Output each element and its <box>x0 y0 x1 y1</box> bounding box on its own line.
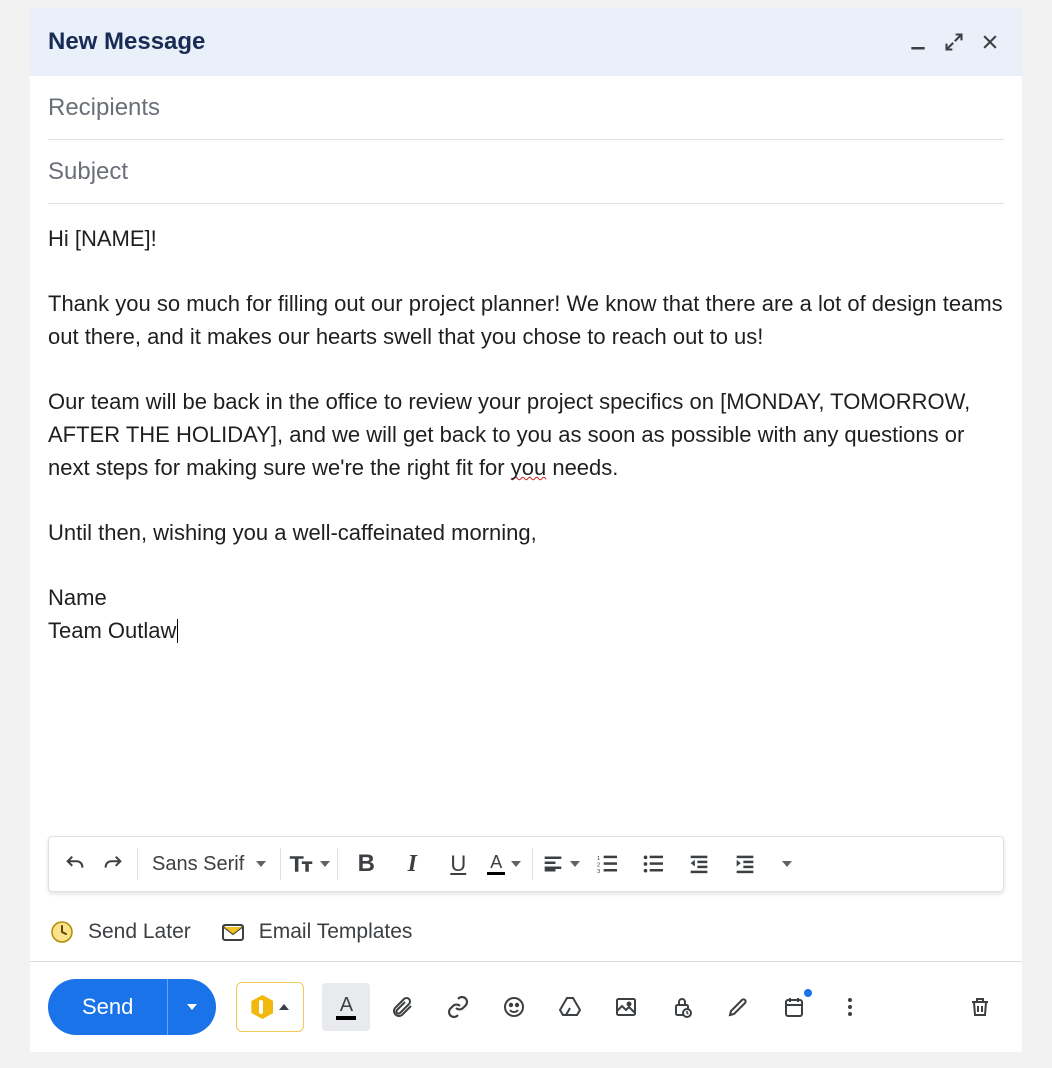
compose-title: New Message <box>48 28 205 56</box>
email-templates-label: Email Templates <box>259 920 413 944</box>
text-cursor <box>177 619 178 643</box>
font-family-dropdown[interactable]: Sans Serif <box>144 853 274 876</box>
email-templates-button[interactable]: Email Templates <box>219 918 413 946</box>
discard-draft-button[interactable] <box>956 983 1004 1031</box>
action-row: Send A <box>30 962 1022 1052</box>
signature-team: Team Outlaw <box>48 614 1004 647</box>
body-p3: Until then, wishing you a well-caffeinat… <box>48 516 1004 549</box>
caret-up-icon <box>279 1004 289 1010</box>
more-options-button[interactable] <box>826 983 874 1031</box>
caret-down-icon <box>256 861 266 867</box>
compose-window: New Message Recipients Subject Hi [NAME]… <box>30 8 1022 1052</box>
numbered-list-button[interactable]: 123 <box>585 842 629 886</box>
insert-photo-button[interactable] <box>602 983 650 1031</box>
hex-icon <box>251 995 273 1019</box>
subject-placeholder: Subject <box>48 158 128 186</box>
align-button[interactable] <box>539 842 583 886</box>
svg-text:1: 1 <box>597 856 600 862</box>
text-color-button[interactable]: A <box>482 842 526 886</box>
insert-link-button[interactable] <box>434 983 482 1031</box>
envelope-icon <box>219 918 247 946</box>
caret-down-icon <box>570 861 580 867</box>
underline-button[interactable]: U <box>436 842 480 886</box>
insert-emoji-button[interactable] <box>490 983 538 1031</box>
body-p1: Thank you so much for filling out our pr… <box>48 287 1004 353</box>
redo-button[interactable] <box>95 842 131 886</box>
extensions-row: Send Later Email Templates <box>30 902 1022 962</box>
send-button[interactable]: Send <box>48 979 216 1035</box>
compose-header: New Message <box>30 8 1022 76</box>
minimize-icon[interactable] <box>904 28 932 56</box>
recipients-field[interactable]: Recipients <box>48 76 1004 140</box>
recipients-placeholder: Recipients <box>48 94 160 122</box>
indent-less-button[interactable] <box>677 842 721 886</box>
undo-button[interactable] <box>57 842 93 886</box>
clock-icon <box>48 918 76 946</box>
message-body[interactable]: Hi [NAME]! Thank you so much for filling… <box>30 204 1022 647</box>
close-icon[interactable] <box>976 28 1004 56</box>
insert-signature-button[interactable] <box>714 983 762 1031</box>
svg-text:3: 3 <box>597 869 600 874</box>
caret-down-icon <box>782 861 792 867</box>
spellcheck-word: you <box>511 455 546 480</box>
send-later-button[interactable]: Send Later <box>48 918 191 946</box>
body-greeting: Hi [NAME]! <box>48 222 1004 255</box>
svg-text:2: 2 <box>597 863 600 869</box>
formatting-toolbar: Sans Serif B I U A <box>48 836 1004 892</box>
schedule-send-button[interactable] <box>770 983 818 1031</box>
confidential-mode-button[interactable] <box>658 983 706 1031</box>
more-formatting-button[interactable] <box>769 842 805 886</box>
caret-down-icon <box>320 861 330 867</box>
insert-drive-button[interactable] <box>546 983 594 1031</box>
send-button-main[interactable]: Send <box>48 979 168 1035</box>
formatting-options-button[interactable]: A <box>322 983 370 1031</box>
send-button-dropdown[interactable] <box>168 979 216 1035</box>
attach-file-button[interactable] <box>378 983 426 1031</box>
indent-more-button[interactable] <box>723 842 767 886</box>
send-later-label: Send Later <box>88 920 191 944</box>
body-p2: Our team will be back in the office to r… <box>48 385 1004 484</box>
caret-down-icon <box>511 861 521 867</box>
expand-icon[interactable] <box>940 28 968 56</box>
subject-field[interactable]: Subject <box>48 140 1004 204</box>
font-size-button[interactable] <box>287 842 331 886</box>
italic-button[interactable]: I <box>390 842 434 886</box>
bold-button[interactable]: B <box>344 842 388 886</box>
extension-hex-button[interactable] <box>236 982 304 1032</box>
bulleted-list-button[interactable] <box>631 842 675 886</box>
signature-name: Name <box>48 581 1004 614</box>
notification-dot-icon <box>804 989 812 997</box>
